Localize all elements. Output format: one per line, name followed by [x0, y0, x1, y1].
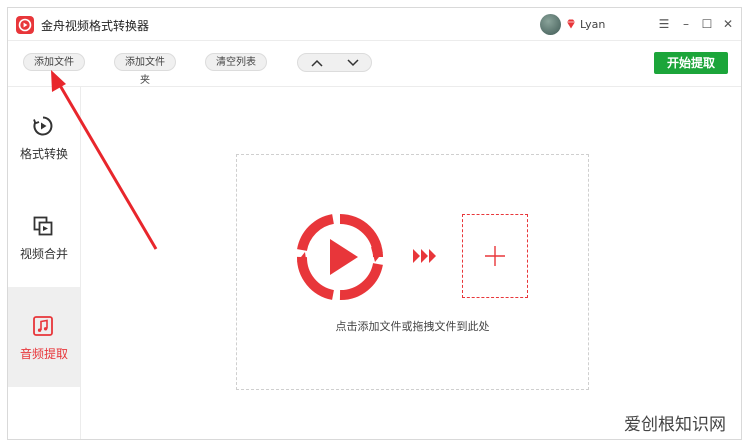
sidebar-item-video-merge[interactable]: 视频合并: [8, 187, 80, 287]
app-window: 金舟视频格式转换器 Lyan ☰ – ☐ ✕ 添加文件 添加文件夹 清空列表 开…: [7, 7, 742, 440]
sidebar: 格式转换 视频合并 音频提取: [8, 87, 81, 439]
start-extract-button[interactable]: 开始提取: [654, 52, 728, 74]
close-button[interactable]: ✕: [719, 14, 737, 34]
chevron-up-icon: [311, 59, 323, 67]
reorder-buttons: [297, 53, 372, 72]
app-title: 金舟视频格式转换器: [41, 19, 150, 33]
add-folder-button[interactable]: 添加文件夹: [114, 53, 176, 86]
sidebar-item-label: 视频合并: [19, 247, 68, 261]
move-up-button[interactable]: [299, 54, 335, 71]
app-logo-icon: [16, 16, 34, 34]
triple-chevron-icon: [413, 249, 436, 263]
minimize-button[interactable]: –: [677, 14, 695, 34]
sidebar-item-label: 格式转换: [19, 147, 68, 161]
plus-icon: [485, 246, 505, 266]
menu-icon[interactable]: ☰: [655, 14, 673, 34]
merge-icon: [33, 216, 53, 236]
vip-gem-icon: [567, 19, 575, 29]
drop-hint: 点击添加文件或拖拽文件到此处: [335, 320, 490, 333]
video-play-logo-icon: [296, 214, 383, 301]
play-circle-icon: [33, 116, 53, 136]
sidebar-item-label: 音频提取: [19, 347, 68, 361]
clear-list-button[interactable]: 清空列表: [205, 53, 267, 71]
sidebar-item-format-convert[interactable]: 格式转换: [8, 87, 80, 187]
sidebar-item-audio-extract[interactable]: 音频提取: [8, 287, 80, 387]
music-icon: [33, 316, 53, 336]
toolbar: 添加文件 添加文件夹 清空列表 开始提取: [8, 41, 741, 87]
avatar[interactable]: [540, 14, 561, 35]
title-bar: 金舟视频格式转换器 Lyan ☰ – ☐ ✕: [8, 8, 741, 41]
drop-zone[interactable]: 点击添加文件或拖拽文件到此处: [236, 154, 589, 390]
move-down-button[interactable]: [335, 54, 371, 71]
add-file-box[interactable]: [462, 214, 528, 298]
add-file-button[interactable]: 添加文件: [23, 53, 85, 71]
maximize-button[interactable]: ☐: [698, 14, 716, 34]
watermark-text: 爱创根知识网: [624, 415, 726, 435]
user-name[interactable]: Lyan: [580, 18, 605, 31]
chevron-down-icon: [347, 58, 359, 66]
